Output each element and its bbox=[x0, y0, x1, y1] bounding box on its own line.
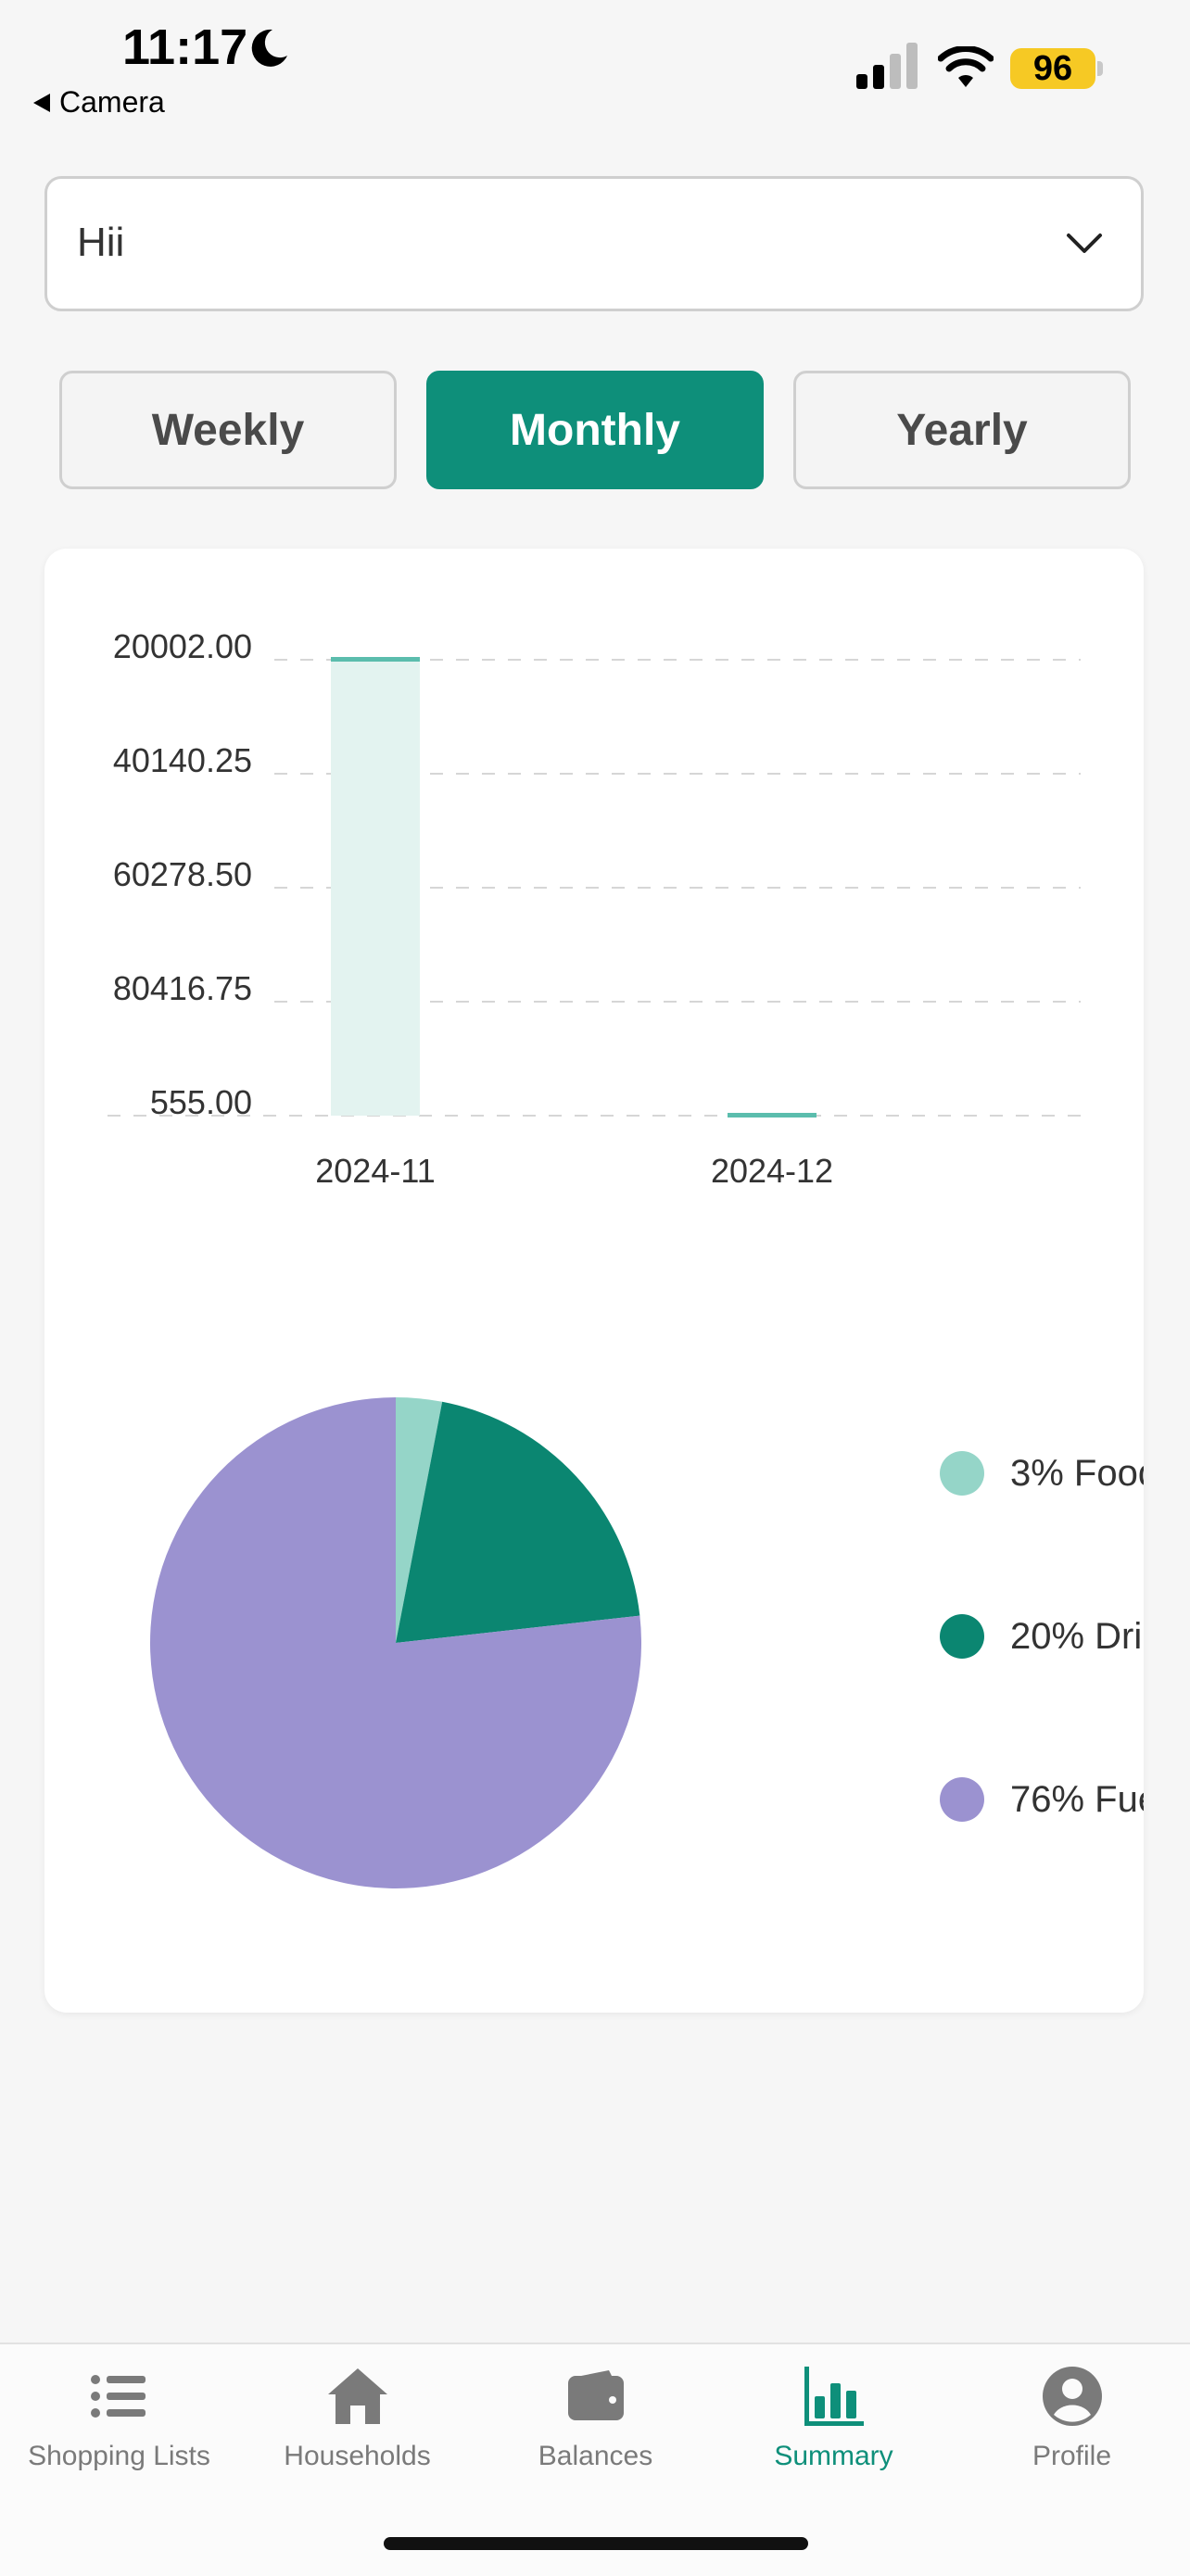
x-tick-label: 2024-12 bbox=[711, 1152, 833, 1190]
summary-card: 20002.00 40140.25 60278.50 80416.75 555.00 20… bbox=[44, 549, 1144, 2013]
legend-item: 76% Fuel bbox=[940, 1777, 1144, 1822]
wallet-icon bbox=[567, 2370, 624, 2420]
x-tick-label: 2024-11 bbox=[315, 1152, 435, 1190]
chevron-down-icon bbox=[1067, 234, 1102, 253]
yearly-button[interactable]: Yearly bbox=[793, 371, 1131, 489]
y-tick-label: 80416.75 bbox=[113, 969, 252, 1007]
bar bbox=[331, 660, 420, 1116]
bar-chart-icon bbox=[804, 2367, 864, 2426]
pie-slice bbox=[150, 1397, 641, 1888]
legend-dot bbox=[940, 1614, 984, 1659]
tab-balances[interactable]: Balances bbox=[476, 2363, 715, 2472]
legend-dot bbox=[940, 1777, 984, 1822]
battery-icon: 96 bbox=[1010, 48, 1095, 89]
tab-label: Households bbox=[284, 2441, 431, 2471]
battery-level: 96 bbox=[1032, 48, 1073, 88]
household-select-value: Hii bbox=[77, 220, 125, 265]
back-triangle-icon bbox=[33, 93, 50, 112]
pie-slice bbox=[396, 1397, 443, 1643]
monthly-button[interactable]: Monthly bbox=[426, 371, 764, 489]
y-tick-label: 20002.00 bbox=[113, 627, 252, 665]
legend-dot bbox=[940, 1451, 984, 1496]
tab-shopping-lists[interactable]: Shopping Lists bbox=[0, 2363, 238, 2472]
profile-icon bbox=[1042, 2367, 1102, 2426]
y-tick-label: 40140.25 bbox=[113, 741, 252, 779]
legend-item: 20% Drinks bbox=[940, 1614, 1144, 1659]
tab-label: Profile bbox=[1032, 2441, 1112, 2471]
back-to-camera-link[interactable]: Camera bbox=[33, 85, 165, 120]
tab-label: Balances bbox=[538, 2441, 653, 2471]
tab-profile[interactable]: Profile bbox=[953, 2363, 1190, 2472]
back-label: Camera bbox=[59, 85, 165, 119]
legend-label: 76% Fuel bbox=[1010, 1778, 1144, 1820]
house-icon bbox=[327, 2368, 387, 2424]
tab-label: Summary bbox=[774, 2441, 893, 2471]
legend-label: 3% Food bbox=[1010, 1452, 1144, 1494]
bar-top bbox=[728, 1113, 817, 1118]
y-tick-label: 555.00 bbox=[150, 1083, 252, 1121]
list-icon bbox=[90, 2375, 146, 2418]
signal-icon bbox=[856, 43, 918, 89]
bar-top bbox=[331, 657, 420, 662]
tab-summary[interactable]: Summary bbox=[715, 2363, 953, 2472]
legend-item: 3% Food bbox=[940, 1451, 1144, 1496]
status-time: 11:17 bbox=[122, 19, 248, 75]
battery-tip bbox=[1097, 61, 1103, 76]
bar-chart: 20002.00 40140.25 60278.50 80416.75 555.00 20… bbox=[108, 627, 1081, 1190]
pie-slice bbox=[396, 1401, 640, 1643]
wifi-icon bbox=[938, 46, 994, 87]
household-select[interactable]: Hii bbox=[44, 176, 1144, 311]
weekly-button[interactable]: Weekly bbox=[59, 371, 397, 489]
home-indicator bbox=[384, 2537, 808, 2550]
y-tick-label: 60278.50 bbox=[113, 855, 252, 893]
tab-households[interactable]: Households bbox=[238, 2363, 476, 2472]
tab-label: Shopping Lists bbox=[28, 2441, 210, 2471]
legend-label: 20% Drinks bbox=[1010, 1615, 1144, 1657]
moon-icon bbox=[251, 29, 287, 67]
